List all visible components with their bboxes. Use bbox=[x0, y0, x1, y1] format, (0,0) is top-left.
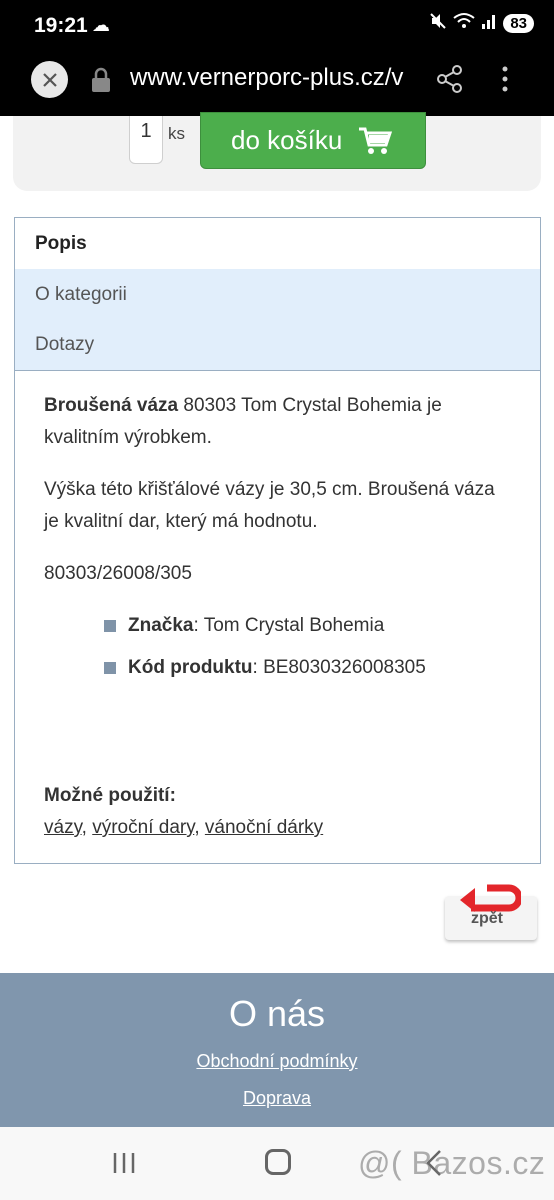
product-code-line: 80303/26008/305 bbox=[44, 563, 192, 584]
usage-block: Možné použití: vázy, výroční dary, vánoč… bbox=[44, 780, 323, 844]
tab-dotazy[interactable]: Dotazy bbox=[15, 320, 540, 371]
footer-link-doprava[interactable]: Doprava bbox=[0, 1088, 554, 1109]
recent-apps-icon[interactable] bbox=[112, 1151, 136, 1175]
bullet-square-icon bbox=[104, 620, 116, 632]
more-vert-icon[interactable] bbox=[496, 64, 514, 94]
wifi-icon bbox=[453, 12, 475, 35]
description-paragraph-1: Broušená váza 80303 Tom Crystal Bohemia … bbox=[44, 390, 504, 454]
usage-separator: , bbox=[81, 817, 93, 838]
usage-label: Možné použití: bbox=[44, 785, 176, 806]
tab-o-kategorii[interactable]: O kategorii bbox=[15, 269, 540, 320]
attribute-label: Kód produktu bbox=[128, 657, 253, 678]
product-tabs: Popis O kategorii Dotazy Broušená váza 8… bbox=[14, 217, 541, 864]
close-tab-button[interactable] bbox=[31, 61, 68, 98]
description-paragraph-2: Výška této křišťálové vázy je 30,5 cm. B… bbox=[44, 479, 495, 532]
lock-icon[interactable] bbox=[90, 66, 112, 94]
quantity-input[interactable]: 1 bbox=[129, 116, 163, 164]
description-content: Broušená váza 80303 Tom Crystal Bohemia … bbox=[44, 390, 504, 694]
usage-link-vazy[interactable]: vázy bbox=[44, 817, 82, 838]
bullet-square-icon bbox=[104, 662, 116, 674]
tab-popis[interactable]: Popis bbox=[15, 218, 540, 269]
footer: O nás Obchodní podmínky Doprava bbox=[0, 973, 554, 1128]
usage-link-vanocni-darky[interactable]: vánoční dárky bbox=[205, 817, 323, 838]
url-bar[interactable]: www.vernerporc-plus.cz/v bbox=[130, 64, 414, 96]
add-to-cart-button[interactable]: do košíku bbox=[200, 112, 426, 169]
back-arrow-icon bbox=[460, 884, 521, 912]
footer-link-obchodni-podminky[interactable]: Obchodní podmínky bbox=[0, 1051, 554, 1072]
footer-title: O nás bbox=[228, 993, 326, 1034]
system-nav-bar: @( Bazos.cz bbox=[0, 1127, 554, 1200]
close-icon bbox=[42, 72, 57, 87]
status-icons: 83 bbox=[429, 12, 534, 35]
back-button[interactable]: zpět bbox=[443, 880, 539, 940]
top-bar: 19:21 ☁ 83 www.vernerporc-plus.cz/v bbox=[0, 0, 554, 116]
attribute-label: Značka bbox=[128, 615, 194, 636]
usage-separator: , bbox=[194, 817, 205, 838]
cloud-icon: ☁ bbox=[92, 15, 110, 35]
status-time: 19:21 bbox=[34, 14, 88, 37]
home-icon[interactable] bbox=[265, 1149, 291, 1175]
share-icon[interactable] bbox=[436, 64, 464, 94]
attribute-value: : Tom Crystal Bohemia bbox=[193, 615, 385, 636]
attribute-list: Značka: Tom Crystal Bohemia Kód produktu… bbox=[104, 610, 504, 684]
usage-link-vyrocni-dary[interactable]: výroční dary bbox=[92, 817, 194, 838]
signal-icon bbox=[481, 12, 497, 35]
add-to-cart-label: do košíku bbox=[231, 125, 343, 155]
list-item: Kód produktu: BE8030326008305 bbox=[104, 652, 504, 684]
quantity-unit: ks bbox=[168, 124, 185, 143]
back-button-label: zpět bbox=[471, 910, 503, 927]
list-item: Značka: Tom Crystal Bohemia bbox=[104, 610, 504, 642]
battery-badge: 83 bbox=[503, 14, 534, 33]
attribute-value: : BE8030326008305 bbox=[252, 657, 426, 678]
mute-icon bbox=[429, 12, 447, 35]
cart-icon bbox=[359, 127, 393, 154]
watermark: @( Bazos.cz bbox=[358, 1145, 546, 1181]
product-name-bold: Broušená váza bbox=[44, 395, 179, 416]
